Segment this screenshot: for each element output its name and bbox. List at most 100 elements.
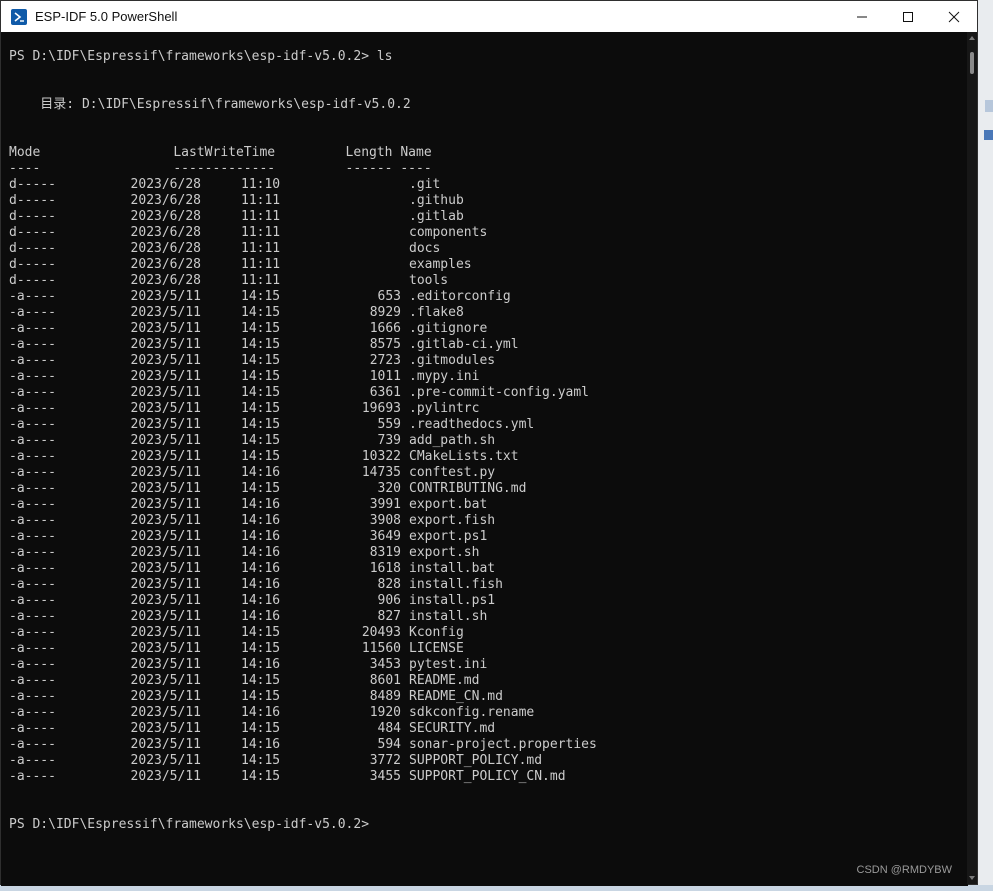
entry-date: 2023/5/11 [130,497,201,512]
entry-mode: -a---- [9,417,56,432]
entry-mode: -a---- [9,369,56,384]
entry-name: pytest.ini [409,657,488,672]
entry-length: 6361 [369,385,401,400]
column-separator: ---- ------------- ------ ---- [9,161,432,176]
entry-mode: -a---- [9,513,56,528]
entry-length: 1011 [369,369,401,384]
maximize-button[interactable] [885,1,931,32]
terminal-output[interactable]: PS D:\IDF\Espressif\frameworks\esp-idf-v… [1,32,968,886]
entry-time: 14:16 [241,497,281,512]
entry-time: 11:11 [241,257,281,272]
entry-date: 2023/5/11 [130,721,201,736]
entry-name: .readthedocs.yml [409,417,535,432]
entry-name: export.bat [409,497,488,512]
entry-date: 2023/6/28 [130,257,201,272]
entry-name: .gitlab [409,209,464,224]
directory-line: 目录: D:\IDF\Espressif\frameworks\esp-idf-… [9,97,411,112]
background-window-fragment [985,100,993,112]
powershell-window: ESP-IDF 5.0 PowerShell PS D:\IDF\Espress… [0,0,978,886]
entry-name: Kconfig [409,625,464,640]
close-button[interactable] [931,1,977,32]
entry-time: 14:15 [241,625,281,640]
entry-date: 2023/5/11 [130,673,201,688]
entry-date: 2023/6/28 [130,177,201,192]
entry-mode: -a---- [9,449,56,464]
entry-name: install.sh [409,609,488,624]
entry-time: 11:11 [241,273,281,288]
entry-date: 2023/5/11 [130,561,201,576]
entry-mode: -a---- [9,689,56,704]
entry-mode: -a---- [9,401,56,416]
entry-name: SUPPORT_POLICY_CN.md [409,769,566,784]
scrollbar-thumb[interactable] [970,52,974,74]
entry-length: 8601 [369,673,401,688]
entry-time: 11:11 [241,225,281,240]
entry-name: export.fish [409,513,496,528]
title-bar[interactable]: ESP-IDF 5.0 PowerShell [1,1,977,32]
command-line: PS D:\IDF\Espressif\frameworks\esp-idf-v… [9,49,393,64]
scroll-down-icon[interactable] [969,876,975,880]
entry-name: LICENSE [409,641,464,656]
entry-mode: -a---- [9,529,56,544]
entry-length: 827 [377,609,401,624]
entry-mode: -a---- [9,593,56,608]
entry-name: .gitmodules [409,353,496,368]
entry-time: 14:15 [241,673,281,688]
entry-mode: -a---- [9,465,56,480]
entry-date: 2023/5/11 [130,625,201,640]
entry-name: CONTRIBUTING.md [409,481,527,496]
entry-length: 3649 [369,529,401,544]
entry-name: README_CN.md [409,689,503,704]
entry-mode: d----- [9,177,56,192]
entry-name: sdkconfig.rename [409,705,535,720]
entry-length: 20493 [361,625,401,640]
entry-mode: -a---- [9,481,56,496]
entry-length: 10322 [361,449,401,464]
minimize-button[interactable] [839,1,885,32]
entry-mode: d----- [9,257,56,272]
window-title: ESP-IDF 5.0 PowerShell [35,9,178,24]
maximize-icon [903,11,913,22]
entry-mode: -a---- [9,625,56,640]
entry-length: 594 [377,737,401,752]
entry-name: .gitignore [409,321,488,336]
entry-date: 2023/5/11 [130,657,201,672]
minimize-icon [857,16,867,17]
entry-length: 1920 [369,705,401,720]
entry-date: 2023/5/11 [130,321,201,336]
entry-length: 1666 [369,321,401,336]
entry-mode: d----- [9,225,56,240]
prompt-line[interactable]: PS D:\IDF\Espressif\frameworks\esp-idf-v… [9,817,369,833]
entry-length: 2723 [369,353,401,368]
entry-mode: -a---- [9,337,56,352]
entry-time: 14:15 [241,689,281,704]
entry-time: 11:11 [241,193,281,208]
entry-name: tools [409,273,449,288]
entry-name: add_path.sh [409,433,496,448]
entry-length: 653 [377,289,401,304]
entry-date: 2023/5/11 [130,353,201,368]
entry-mode: d----- [9,241,56,256]
entry-date: 2023/5/11 [130,289,201,304]
entry-length: 14735 [361,465,401,480]
entry-mode: -a---- [9,577,56,592]
entry-date: 2023/5/11 [130,385,201,400]
entry-date: 2023/5/11 [130,417,201,432]
entry-mode: -a---- [9,721,56,736]
entry-mode: d----- [9,273,56,288]
entry-length: 11560 [361,641,401,656]
scroll-up-icon[interactable] [969,36,975,40]
entry-time: 14:15 [241,721,281,736]
entry-time: 14:16 [241,609,281,624]
entry-name: SUPPORT_POLICY.md [409,753,543,768]
entry-time: 14:15 [241,305,281,320]
entry-length: 3772 [369,753,401,768]
entry-name: .flake8 [409,305,464,320]
vertical-scrollbar[interactable] [967,32,977,884]
entry-time: 11:10 [241,177,281,192]
entry-name: .github [409,193,464,208]
entry-time: 14:16 [241,657,281,672]
entry-date: 2023/5/11 [130,705,201,720]
entry-time: 11:11 [241,241,281,256]
entry-date: 2023/5/11 [130,337,201,352]
